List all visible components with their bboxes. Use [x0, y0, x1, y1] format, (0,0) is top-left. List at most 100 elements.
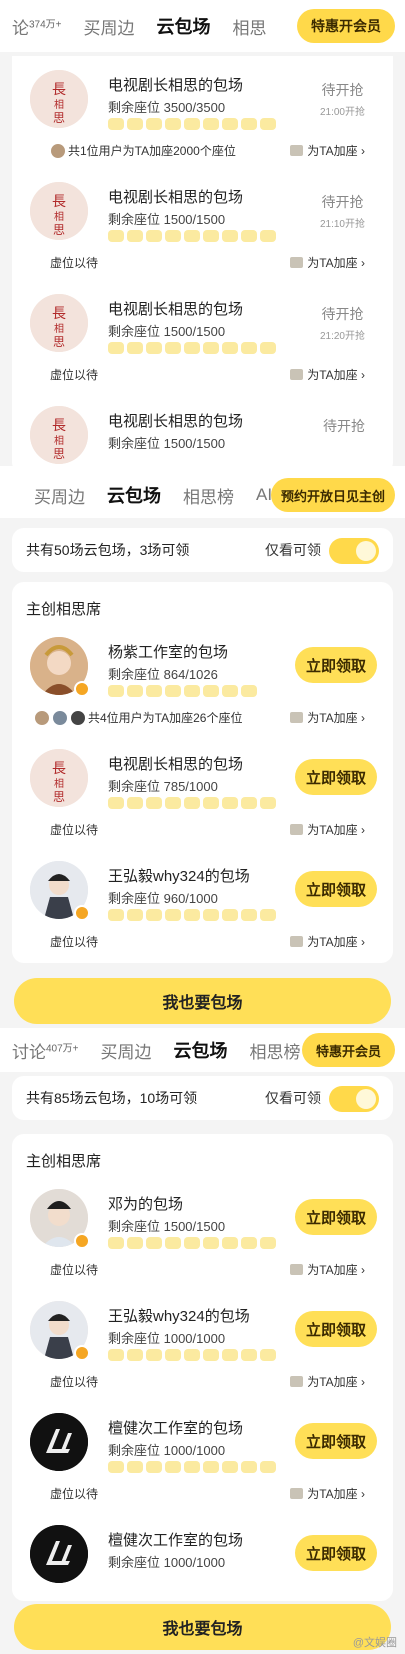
- list-item[interactable]: 長相思 电视剧长相思的包场 剩余座位 1500/1500 待开抢 21:10开抢 …: [26, 168, 379, 280]
- screening-title: 檀健次工作室的包场: [108, 1532, 244, 1549]
- gift-icon: [290, 824, 304, 835]
- claim-button[interactable]: 立即领取: [295, 1423, 377, 1459]
- svg-text:思: 思: [53, 223, 65, 237]
- tab-cloud-screening[interactable]: 云包场: [107, 482, 161, 508]
- svg-text:相: 相: [54, 434, 64, 447]
- only-available-toggle[interactable]: [329, 538, 379, 564]
- tab-cloud-screening[interactable]: 云包场: [157, 13, 211, 39]
- add-seat-link[interactable]: 为TA加座 ›: [290, 142, 365, 159]
- add-seat-link[interactable]: 为TA加座 ›: [290, 1261, 365, 1278]
- only-available-label: 仅看可领: [265, 542, 321, 558]
- panel-2: 买周边 云包场 相思榜 AI 预约开放日见主创 共有50场云包场，3场可领 仅看…: [0, 472, 405, 1028]
- supporters-text: 共4位用户为TA加座26个座位: [34, 709, 242, 726]
- gift-icon: [290, 257, 304, 268]
- drama-logo-avatar: 長相思: [30, 749, 88, 807]
- screening-title: 电视剧长相思的包场: [108, 756, 244, 773]
- studio-logo-avatar: [30, 1413, 88, 1471]
- screening-title: 电视剧长相思的包场: [108, 413, 244, 430]
- claim-button[interactable]: 立即领取: [295, 1535, 377, 1571]
- tab-ranking[interactable]: 相思榜: [250, 1038, 301, 1063]
- svg-text:思: 思: [53, 790, 65, 804]
- list-item[interactable]: 邓为的包场 剩余座位 1500/1500 立即领取 虚位以待 为TA加座 ›: [26, 1175, 379, 1287]
- vip-button[interactable]: 特惠开会员: [301, 1033, 395, 1067]
- list-item[interactable]: 檀健次工作室的包场 剩余座位 1000/1000 立即领取 虚位以待 为TA加座…: [26, 1399, 379, 1511]
- list-item[interactable]: 長相思 电视剧长相思的包场 剩余座位 1500/1500 待开抢: [26, 392, 379, 470]
- status-label: 待开抢 21:20开抢: [319, 306, 365, 342]
- claim-button[interactable]: 立即领取: [295, 871, 377, 907]
- placeholder-text: 虚位以待: [50, 1487, 99, 1501]
- gift-icon: [290, 712, 304, 723]
- seat-icons: [108, 685, 257, 697]
- tab-merch[interactable]: 买周边: [101, 1038, 152, 1063]
- create-screening-button[interactable]: 我也要包场: [14, 1604, 391, 1650]
- list-item[interactable]: 長相思 电视剧长相思的包场 剩余座位 1500/1500 待开抢 21:20开抢 …: [26, 280, 379, 392]
- claim-button[interactable]: 立即领取: [295, 1199, 377, 1235]
- claim-button[interactable]: 立即领取: [295, 1311, 377, 1347]
- list-item[interactable]: 杨紫工作室的包场 剩余座位 864/1026 立即领取 共4位用户为TA加座26…: [26, 623, 379, 735]
- svg-text:長: 長: [52, 82, 66, 98]
- drama-logo-avatar: 長相思: [30, 70, 88, 128]
- only-available-toggle[interactable]: [329, 1086, 379, 1112]
- gift-icon: [290, 1488, 304, 1499]
- remaining-seats: 剩余座位 1000/1000: [108, 1443, 226, 1458]
- open-day-button[interactable]: 预约开放日见主创: [270, 478, 395, 512]
- screening-title: 王弘毅why324的包场: [108, 1308, 250, 1325]
- drama-logo-avatar: 長相思: [30, 406, 88, 464]
- svg-text:思: 思: [53, 335, 65, 349]
- section-title: 主创相思席: [26, 601, 102, 618]
- claim-button[interactable]: 立即领取: [295, 647, 377, 683]
- list-item[interactable]: 王弘毅why324的包场 剩余座位 1000/1000 立即领取 虚位以待 为T…: [26, 1287, 379, 1399]
- tab-merch[interactable]: 买周边: [84, 14, 135, 39]
- screening-title: 电视剧长相思的包场: [108, 77, 244, 94]
- seat-icons: [108, 1237, 276, 1249]
- watermark: @文娱圈: [352, 1637, 397, 1649]
- screening-title: 杨紫工作室的包场: [108, 644, 229, 661]
- add-seat-link[interactable]: 为TA加座 ›: [290, 254, 365, 271]
- tab-ranking[interactable]: 相思: [233, 14, 267, 39]
- list-item[interactable]: 長相思 电视剧长相思的包场 剩余座位 3500/3500 待开抢 21:00开抢 …: [26, 56, 379, 168]
- tab-merch[interactable]: 买周边: [34, 483, 85, 508]
- remaining-seats: 剩余座位 1500/1500: [108, 436, 226, 451]
- screening-title: 王弘毅why324的包场: [108, 868, 250, 885]
- list-item[interactable]: 長相思 电视剧长相思的包场 剩余座位 785/1000 立即领取 虚位以待 为T…: [26, 735, 379, 847]
- vip-button[interactable]: 特惠开会员: [297, 9, 395, 43]
- tab-discussion[interactable]: 讨论407万+: [12, 1038, 79, 1063]
- panel-1: 论374万+ 买周边 云包场 相思 特惠开会员 長相思 电视剧长相思的包场 剩余…: [0, 0, 405, 470]
- list-item[interactable]: 檀健次工作室的包场 剩余座位 1000/1000 立即领取: [26, 1511, 379, 1601]
- create-screening-button[interactable]: 我也要包场: [14, 978, 391, 1024]
- add-seat-link[interactable]: 为TA加座 ›: [290, 366, 365, 383]
- studio-logo-avatar: [30, 1525, 88, 1583]
- list-item[interactable]: 王弘毅why324的包场 剩余座位 960/1000 立即领取 虚位以待 为TA…: [26, 847, 379, 959]
- tab-discussion[interactable]: 论374万+: [12, 14, 62, 39]
- remaining-seats: 剩余座位 1500/1500: [108, 1219, 226, 1234]
- svg-text:長: 長: [52, 306, 66, 322]
- remaining-seats: 剩余座位 3500/3500: [108, 100, 226, 115]
- remaining-seats: 剩余座位 785/1000: [108, 779, 218, 794]
- screening-title: 檀健次工作室的包场: [108, 1420, 244, 1437]
- gift-icon: [290, 369, 304, 380]
- add-seat-link[interactable]: 为TA加座 ›: [290, 821, 365, 838]
- screening-list: 長相思 电视剧长相思的包场 剩余座位 3500/3500 待开抢 21:00开抢 …: [12, 56, 393, 470]
- filter-bar: 共有50场云包场，3场可领 仅看可领: [12, 528, 393, 572]
- svg-text:相: 相: [54, 322, 64, 335]
- screening-count: 共有50场云包场，3场可领: [26, 542, 190, 558]
- remaining-seats: 剩余座位 1500/1500: [108, 324, 226, 339]
- add-seat-link[interactable]: 为TA加座 ›: [290, 1485, 365, 1502]
- tab-ranking[interactable]: 相思榜: [183, 483, 234, 508]
- section-title: 主创相思席: [26, 1153, 102, 1170]
- tab-cloud-screening[interactable]: 云包场: [174, 1037, 228, 1063]
- verified-badge-icon: [74, 1233, 90, 1249]
- verified-badge-icon: [74, 681, 90, 697]
- creator-section: 主创相思席 杨紫工作室的包场 剩余座位 864/1026 立即领取 共4位用户为…: [12, 582, 393, 963]
- gift-icon: [290, 1376, 304, 1387]
- claim-button[interactable]: 立即领取: [295, 759, 377, 795]
- tab-ai[interactable]: AI: [256, 485, 272, 505]
- svg-text:長: 長: [52, 194, 66, 210]
- add-seat-link[interactable]: 为TA加座 ›: [290, 1373, 365, 1390]
- remaining-seats: 剩余座位 1500/1500: [108, 212, 226, 227]
- add-seat-link[interactable]: 为TA加座 ›: [290, 933, 365, 950]
- seat-icons: [108, 1461, 276, 1473]
- add-seat-link[interactable]: 为TA加座 ›: [290, 709, 365, 726]
- seat-icons: [108, 342, 276, 354]
- seat-icons: [108, 118, 276, 130]
